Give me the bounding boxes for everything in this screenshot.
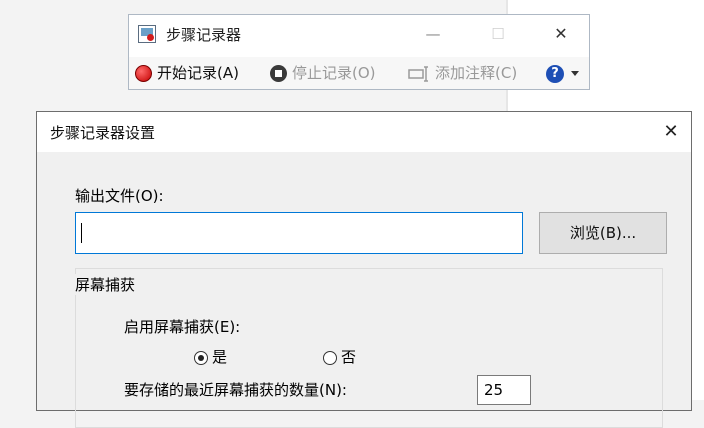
record-icon [135,65,152,82]
stop-record-label: 停止记录(O) [292,64,376,82]
stop-record-button: 停止记录(O) [270,62,376,84]
enable-capture-label: 启用屏幕捕获(E): [124,318,241,336]
text-cursor [81,223,82,243]
no-label: 否 [341,348,357,366]
enable-capture-yes-radio[interactable]: 是 [194,346,227,367]
add-comment-label: 添加注释(C) [435,64,518,82]
steps-recorder-window: 步骤记录器 — ☐ ✕ 开始记录(A) 停止记录(O) 添加注释(C) ? [128,14,590,90]
comment-icon [408,65,430,82]
start-record-label: 开始记录(A) [157,64,239,82]
screen-capture-group [75,268,663,428]
yes-label: 是 [212,348,228,366]
dialog-title: 步骤记录器设置 [50,124,156,142]
output-file-input[interactable] [75,212,523,254]
recorder-toolbar: 开始记录(A) 停止记录(O) 添加注释(C) ? [129,57,589,89]
output-file-label: 输出文件(O): [75,187,164,205]
recorder-titlebar[interactable]: 步骤记录器 — ☐ ✕ [129,15,589,55]
add-comment-button: 添加注释(C) [408,62,517,84]
steps-recorder-app-icon [138,25,156,43]
help-menu-button[interactable]: ? [546,62,579,84]
enable-capture-no-radio[interactable]: 否 [323,346,356,367]
help-icon: ? [546,64,564,83]
capture-count-label: 要存储的最近屏幕捕获的数量(N): [124,381,347,399]
screen-capture-group-title: 屏幕捕获 [75,274,140,295]
settings-dialog: 步骤记录器设置 ✕ 输出文件(O): 浏览(B)... 屏幕捕获 启用屏幕捕获(… [36,111,692,428]
maximize-button: ☐ [491,25,505,43]
dialog-titlebar[interactable]: 步骤记录器设置 ✕ [37,112,691,152]
browse-button[interactable]: 浏览(B)... [539,212,667,254]
stop-icon [270,65,287,82]
dialog-close-button[interactable]: ✕ [656,120,686,144]
radio-selected-icon [194,350,208,365]
capture-count-input[interactable]: 25 [477,375,531,405]
radio-unselected-icon [323,350,337,365]
start-record-button[interactable]: 开始记录(A) [135,62,239,84]
recorder-title: 步骤记录器 [166,26,242,44]
minimize-button[interactable]: — [418,23,448,45]
recorder-close-button[interactable]: ✕ [546,23,576,45]
chevron-down-icon [571,71,579,76]
